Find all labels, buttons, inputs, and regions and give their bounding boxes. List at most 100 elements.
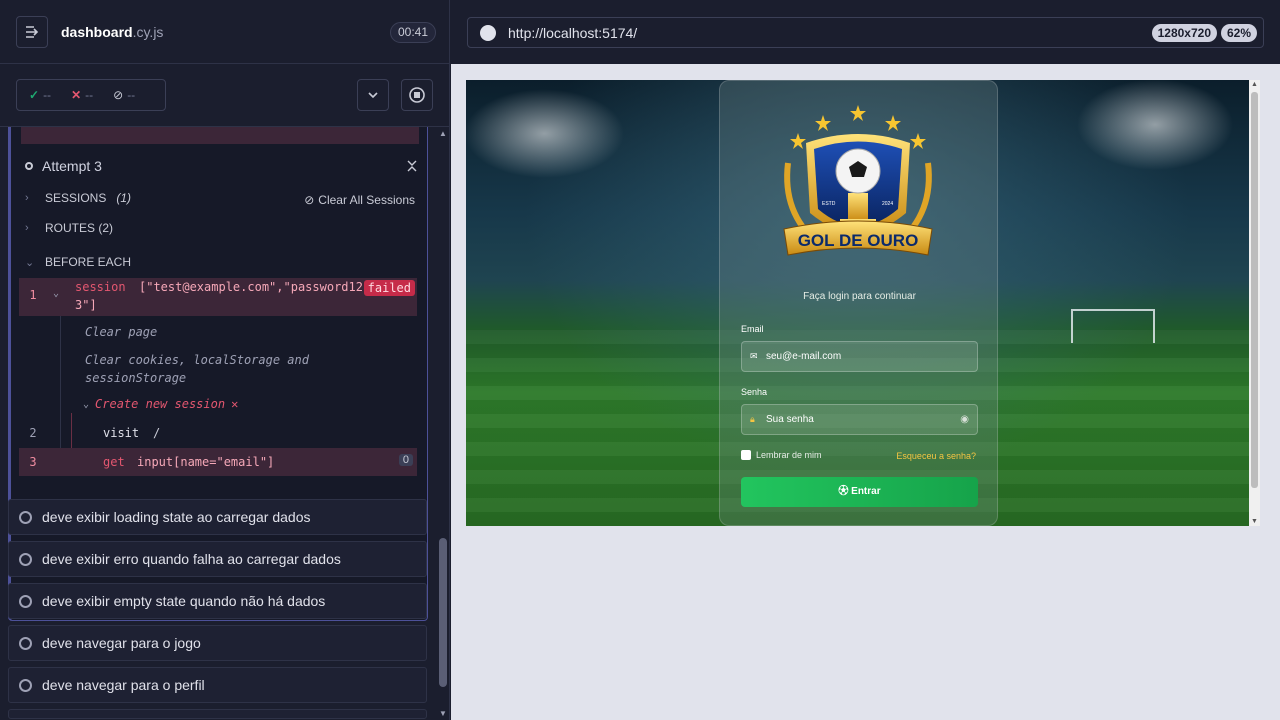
command-arg-line2: 3"] [75,298,97,312]
url-text: http://localhost:5174/ [508,25,638,41]
test-item-partial[interactable] [8,709,427,719]
get-command-row[interactable]: 3 get input[name="email"] 0 [19,448,417,476]
x-icon: ✕ [71,88,82,102]
aut-scrollbar-thumb[interactable] [1251,92,1258,488]
skip-icon: ⊘ [113,88,124,102]
create-session-label: Create new session [95,397,226,411]
login-subtitle: Faça login para continuar [803,291,916,302]
chevron-down-icon: ⌄ [53,288,60,299]
stop-button[interactable] [401,79,433,111]
test-item[interactable]: deve exibir erro quando falha ao carrega… [8,541,427,577]
clear-all-sessions-button[interactable]: ⊘ Clear All Sessions [304,193,415,207]
check-icon: ✓ [29,88,40,102]
gol-de-ouro-logo: ESTD 2024 GOL DE OURO [783,105,933,256]
menu-arrow-icon [26,26,39,38]
chevron-right-icon: › [25,192,29,204]
chevron-down-icon: ⌄ [83,398,90,410]
cypress-runner: dashboard.cy.js 00:41 ✓ -- ✕ -- ⊘ -- Attemp… [0,0,1280,720]
reporter-panel: dashboard.cy.js 00:41 ✓ -- ✕ -- ⊘ -- Attemp… [0,0,450,720]
lock-icon: 🔒︎ [750,414,755,424]
spec-title: dashboard.cy.js [61,24,163,40]
command-name: visit [103,426,140,440]
aut-scrollbar[interactable]: ▲ ▼ [1249,80,1260,526]
test-title: deve exibir erro quando falha ao carrega… [42,551,341,567]
collapse-tests-button[interactable] [357,79,389,111]
pending-circle-icon [19,678,32,692]
attempt-header[interactable]: Attempt 3 [25,158,102,174]
remember-me-label: Lembrar de mim [756,450,822,460]
command-number: 3 [29,455,37,469]
test-item[interactable]: deve exibir empty state quando não há da… [8,583,427,619]
test-title: deve navegar para o jogo [42,635,201,651]
reporter-header: dashboard.cy.js 00:41 [0,0,449,64]
scroll-up-icon[interactable]: ▲ [439,129,447,138]
remember-me-checkbox[interactable]: Lembrar de mim [741,450,822,460]
logo-text: GOL DE OURO [798,231,919,250]
command-number: 2 [29,426,37,440]
login-card: ESTD 2024 GOL DE OURO Faça login para co… [719,80,998,526]
previous-command-row [21,127,419,144]
test-item[interactable]: deve navegar para o jogo [8,625,427,661]
checkbox-box[interactable] [741,450,751,460]
collapse-attempt-icon[interactable] [407,160,417,175]
routes-label: ROUTES (2) [45,221,114,235]
scrollbar-thumb[interactable] [439,538,447,687]
command-log[interactable]: Attempt 3 › SESSIONS (1) ⊘ Clear All Ses… [0,127,436,720]
before-each-section[interactable]: ⌄ BEFORE EACH [25,255,131,269]
chevron-down-icon: ⌄ [25,256,35,269]
command-arg: input[name="email"] [137,455,275,469]
before-each-label: BEFORE EACH [45,255,132,269]
spec-name: dashboard [61,24,133,40]
test-title: deve exibir loading state ao carregar da… [42,509,311,525]
soccer-ball-icon: ⚽︎ [838,486,849,497]
command-number: 1 [29,288,37,302]
no-entry-icon: ⊘ [304,193,315,207]
test-title: deve exibir empty state quando não há da… [42,593,326,609]
stats-bar: ✓ -- ✕ -- ⊘ -- [0,64,449,127]
url-field[interactable]: http://localhost:5174/ 1280x720 62% [467,17,1264,48]
failed-stat: ✕ -- [71,88,93,102]
create-session-group[interactable]: ⌄ Create new session ✕ [83,397,238,411]
email-label: Email [741,324,764,334]
command-arg: / [153,426,161,440]
scroll-down-icon[interactable]: ▼ [439,709,447,718]
routes-section[interactable]: › ROUTES (2) [25,221,113,235]
entrar-label: Entrar [851,486,881,497]
passed-count: -- [43,88,52,102]
pending-count: -- [127,88,136,102]
specs-list-toggle-button[interactable] [16,16,48,48]
duration-timer: 00:41 [389,22,436,43]
test-item[interactable]: deve navegar para o perfil [8,667,427,703]
envelope-icon: ✉ [750,351,758,361]
email-input[interactable]: ✉ seu@e-mail.com [741,341,978,372]
forgot-password-link[interactable]: Esqueceu a senha? [896,451,976,461]
test-title: deve navegar para o perfil [42,677,205,693]
visit-command-row[interactable]: 2 visit / [19,420,417,446]
scroll-down-icon[interactable]: ▼ [1251,518,1258,525]
pending-circle-icon [19,636,32,650]
viewport-badge[interactable]: 1280x720 [1151,24,1217,42]
goal-post [1071,309,1155,343]
clear-storage-log-line1: Clear cookies, localStorage and [85,353,309,367]
eye-icon[interactable]: ◉ [960,405,969,434]
failed-badge: failed [363,280,415,296]
aut-panel: http://localhost:5174/ 1280x720 62% ESTD… [451,0,1280,720]
app-under-test-frame[interactable]: ESTD 2024 GOL DE OURO Faça login para co… [466,80,1260,526]
pending-stat: ⊘ -- [113,88,135,102]
sessions-section[interactable]: › SESSIONS (1) [25,191,131,205]
test-item[interactable]: deve exibir loading state ao carregar da… [8,499,427,535]
reporter-scrollbar[interactable]: ▲ ▼ [436,127,449,720]
session-command-row[interactable]: 1 ⌄ session ["test@example.com","passwor… [19,278,417,316]
logo-year-text: 2024 [882,201,893,207]
pending-circle-icon [19,594,32,608]
scroll-up-icon[interactable]: ▲ [1251,81,1258,88]
password-placeholder: Sua senha [766,414,814,425]
globe-icon [480,25,496,41]
entrar-button[interactable]: ⚽︎ Entrar [741,477,978,507]
password-input[interactable]: 🔒︎ Sua senha ◉ [741,404,978,435]
attempt-label: Attempt 3 [42,158,102,174]
clear-sessions-label: Clear All Sessions [318,193,415,207]
url-bar: http://localhost:5174/ 1280x720 62% [451,0,1280,64]
zoom-badge[interactable]: 62% [1220,24,1257,42]
logo-estd-text: ESTD [822,201,836,207]
